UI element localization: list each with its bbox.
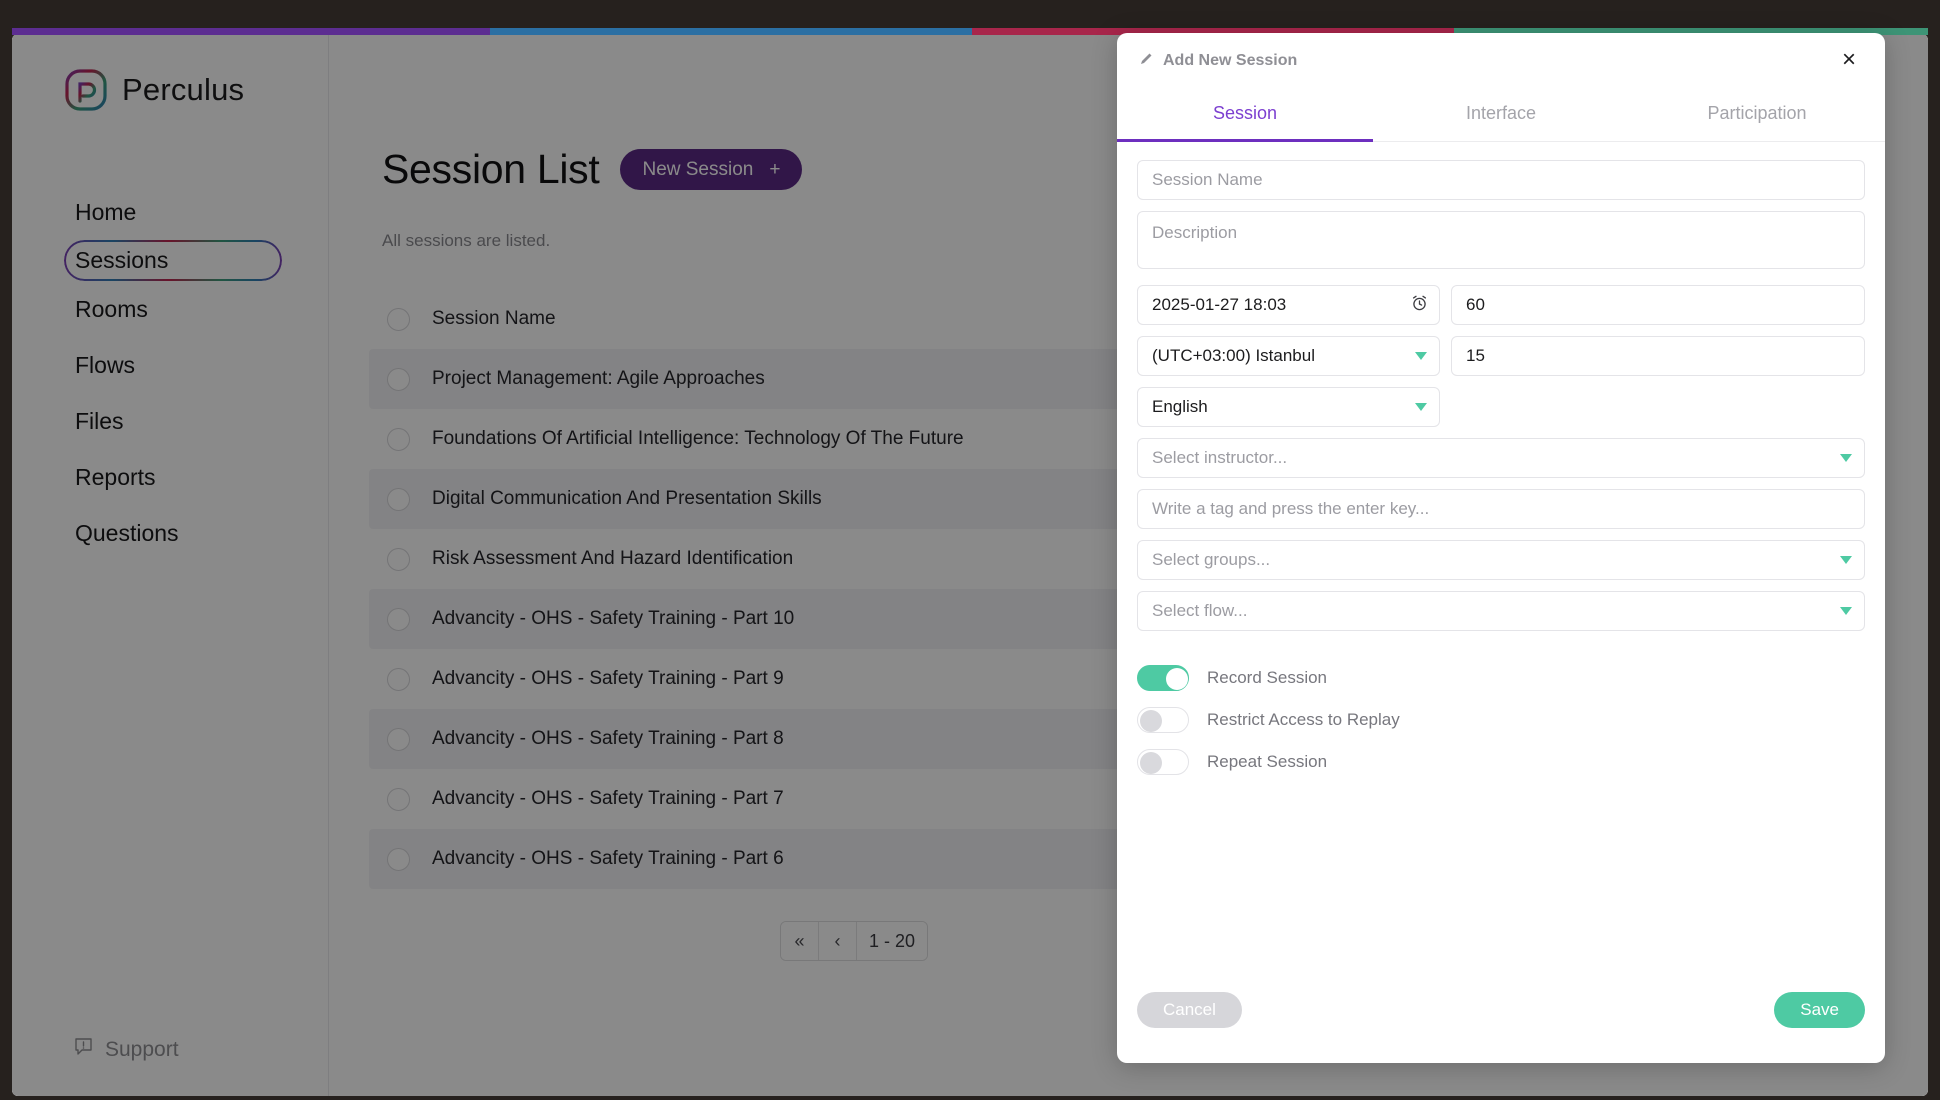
toggle-knob [1140,752,1162,774]
capacity-input[interactable]: 15 [1451,336,1865,376]
flow-field: Select flow... [1137,591,1865,631]
restrict-replay-toggle[interactable] [1137,707,1189,733]
dialog-title-text: Add New Session [1163,52,1297,70]
close-icon[interactable]: × [1835,46,1863,74]
session-name-input[interactable] [1137,160,1865,200]
app-window: Perculus Home Sessions Rooms Flows Files… [0,0,1940,1100]
dialog-tabs: Session Interface Participation [1117,89,1885,142]
session-options: Record Session Restrict Access to Replay… [1137,657,1865,783]
datetime-duration-row: 2025-01-27 18:03 60 [1137,285,1865,325]
tab-interface[interactable]: Interface [1373,89,1629,141]
tab-participation[interactable]: Participation [1629,89,1885,141]
toggle-knob [1140,710,1162,732]
duration-input[interactable]: 60 [1451,285,1865,325]
pencil-icon [1139,52,1153,71]
tag-field [1137,489,1865,529]
instructor-field: Select instructor... [1137,438,1865,478]
record-session-toggle[interactable] [1137,665,1189,691]
record-session-option: Record Session [1137,657,1865,699]
tag-input[interactable] [1137,489,1865,529]
cancel-button[interactable]: Cancel [1137,992,1242,1028]
record-session-label: Record Session [1207,668,1327,688]
repeat-session-label: Repeat Session [1207,752,1327,772]
dialog-footer: Cancel Save [1117,977,1885,1063]
session-form: 2025-01-27 18:03 60 [1117,142,1885,977]
dialog-header: Add New Session × [1117,33,1885,89]
timezone-select[interactable]: (UTC+03:00) Istanbul [1137,336,1440,376]
start-datetime-input[interactable]: 2025-01-27 18:03 [1137,285,1440,325]
strip-segment-blue [490,28,972,35]
flow-select[interactable]: Select flow... [1137,591,1865,631]
add-session-dialog: Add New Session × Session Interface Part… [1117,33,1885,1063]
instructor-select[interactable]: Select instructor... [1137,438,1865,478]
restrict-replay-option: Restrict Access to Replay [1137,699,1865,741]
description-textarea[interactable] [1137,211,1865,269]
dialog-title: Add New Session [1139,52,1297,71]
language-row: English [1137,387,1865,427]
tab-session[interactable]: Session [1117,89,1373,141]
strip-segment-purple [12,28,490,35]
repeat-session-option: Repeat Session [1137,741,1865,783]
save-button[interactable]: Save [1774,992,1865,1028]
timezone-capacity-row: (UTC+03:00) Istanbul 15 [1137,336,1865,376]
language-select[interactable]: English [1137,387,1440,427]
groups-select[interactable]: Select groups... [1137,540,1865,580]
toggle-knob [1166,668,1188,690]
restrict-replay-label: Restrict Access to Replay [1207,710,1400,730]
groups-field: Select groups... [1137,540,1865,580]
repeat-session-toggle[interactable] [1137,749,1189,775]
